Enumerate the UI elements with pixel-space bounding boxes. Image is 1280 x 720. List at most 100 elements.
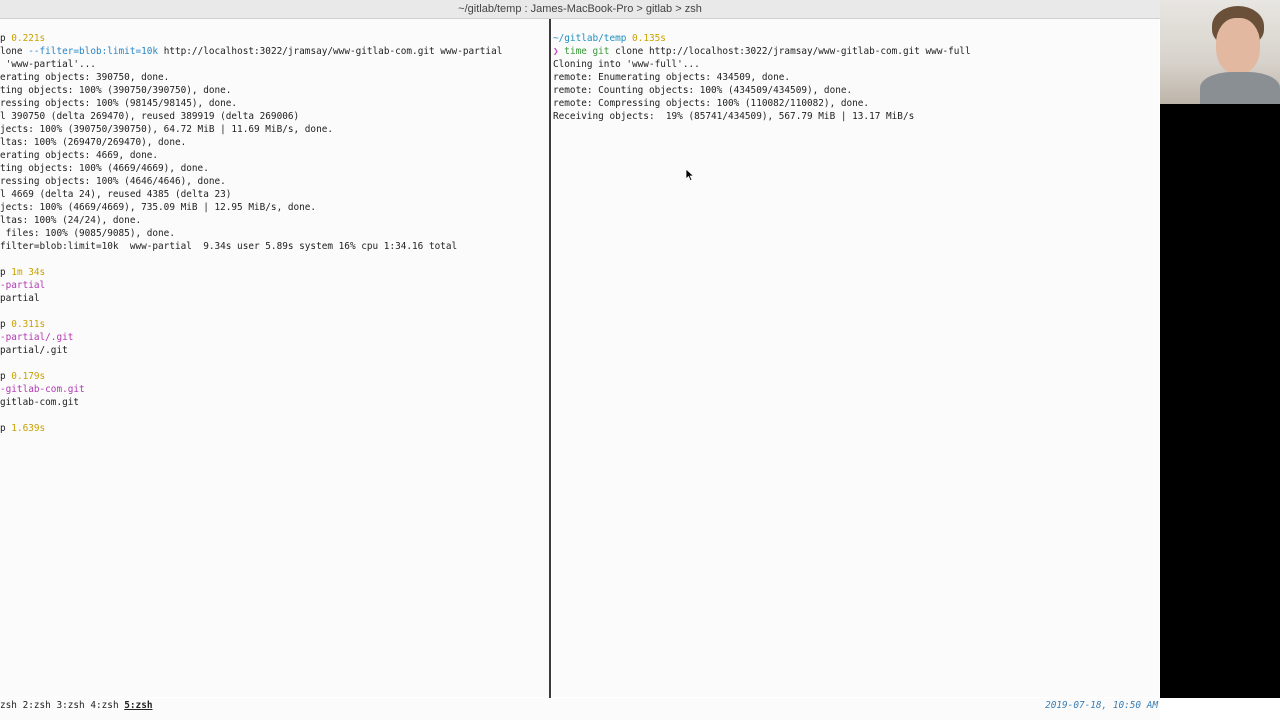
tmux-tab[interactable]: 5:zsh [124, 700, 152, 711]
terminal-line: ressing objects: 100% (98145/98145), don… [0, 97, 549, 110]
terminal-line: files: 100% (9085/9085), done. [0, 227, 549, 240]
terminal-line: p 0.179s [0, 370, 549, 383]
terminal-text: 0.311s [11, 319, 46, 330]
terminal-text: gitlab-com.git [0, 397, 80, 408]
terminal-line: p 0.221s [0, 32, 549, 45]
terminal-pane-left[interactable]: p 0.221s lone --filter=blob:limit=10k htt… [0, 19, 549, 697]
tmux-window-tabs: zsh 2:zsh 3:zsh 4:zsh 5:zsh [0, 698, 153, 714]
terminal-text: erating objects: 390750, done. [0, 72, 170, 83]
terminal-text: p [0, 371, 12, 382]
terminal-text: jects: 100% (4669/4669), 735.09 MiB | 12… [0, 202, 317, 213]
terminal-line: ~/gitlab/temp 0.135s [553, 32, 1159, 45]
terminal-text: -gitlab-com.git [0, 384, 85, 395]
terminal-output-right: ~/gitlab/temp 0.135s ❯ time git clone htt… [553, 32, 1159, 123]
terminal-text: files: 100% (9085/9085), done. [0, 228, 175, 239]
terminal-text: remote: Counting objects: 100% (434509/4… [553, 85, 853, 96]
terminal-line: -gitlab-com.git [0, 383, 549, 396]
terminal-text: jects: 100% (390750/390750), 64.72 MiB |… [0, 124, 334, 135]
terminal-output-left: p 0.221s lone --filter=blob:limit=10k htt… [0, 32, 549, 435]
mouse-pointer-icon [685, 168, 695, 182]
screen-background [1160, 104, 1280, 698]
terminal-text: http://localhost:3022/jramsay/www-gitlab… [158, 46, 503, 57]
terminal-text: 1m 34s [11, 267, 46, 278]
terminal-line: p 1m 34s [0, 266, 549, 279]
terminal-text: filter=blob:limit=10k www-partial 9.34s … [0, 241, 458, 252]
terminal-text: partial [0, 293, 40, 304]
terminal-text: clone http://localhost:3022/jramsay/www-… [609, 46, 971, 57]
terminal-text: p [0, 33, 12, 44]
terminal-line: lone --filter=blob:limit=10k http://loca… [0, 45, 549, 58]
window-title: ~/gitlab/temp : James-MacBook-Pro > gitl… [0, 0, 1160, 19]
terminal-line: l 390750 (delta 269470), reused 389919 (… [0, 110, 549, 123]
tmux-tab[interactable]: 3:zsh [56, 700, 84, 711]
terminal-line: remote: Compressing objects: 100% (11008… [553, 97, 1159, 110]
terminal-line: gitlab-com.git [0, 396, 549, 409]
terminal-line: Receiving objects: 19% (85741/434509), 5… [553, 110, 1159, 123]
terminal-line: 'www-partial'... [0, 58, 549, 71]
terminal-text: l 390750 (delta 269470), reused 389919 (… [0, 111, 300, 122]
terminal-text: --filter=blob:limit=10k [28, 46, 159, 57]
terminal-text: -partial/.git [0, 332, 74, 343]
terminal-text: ❯ [553, 46, 565, 57]
terminal-line: ting objects: 100% (390750/390750), done… [0, 84, 549, 97]
terminal-line: remote: Enumerating objects: 434509, don… [553, 71, 1159, 84]
terminal-text: ressing objects: 100% (4646/4646), done. [0, 176, 226, 187]
terminal-pane-right[interactable]: ~/gitlab/temp 0.135s ❯ time git clone htt… [552, 19, 1159, 697]
pane-divider[interactable] [549, 19, 551, 699]
terminal-line: jects: 100% (4669/4669), 735.09 MiB | 12… [0, 201, 549, 214]
terminal-text: ting objects: 100% (390750/390750), done… [0, 85, 232, 96]
terminal-text: erating objects: 4669, done. [0, 150, 159, 161]
terminal-text: remote: Enumerating objects: 434509, don… [553, 72, 791, 83]
terminal-text: 1.639s [11, 423, 46, 434]
terminal-line: Cloning into 'www-full'... [553, 58, 1159, 71]
terminal-line: filter=blob:limit=10k www-partial 9.34s … [0, 240, 549, 253]
terminal-line: ❯ time git clone http://localhost:3022/j… [553, 45, 1159, 58]
tmux-tab[interactable]: zsh [0, 700, 17, 711]
tmux-status-bar: zsh 2:zsh 3:zsh 4:zsh 5:zsh 2019-07-18, … [0, 698, 1160, 720]
terminal-text: ~/gitlab/temp [553, 33, 627, 44]
terminal-text: p [0, 319, 12, 330]
terminal-text: remote: Compressing objects: 100% (11008… [553, 98, 870, 109]
terminal-text: ltas: 100% (269470/269470), done. [0, 137, 187, 148]
terminal-text: Cloning into 'www-full'... [553, 59, 700, 70]
terminal-text: l 4669 (delta 24), reused 4385 (delta 23… [0, 189, 232, 200]
terminal-text: ressing objects: 100% (98145/98145), don… [0, 98, 238, 109]
terminal-line: jects: 100% (390750/390750), 64.72 MiB |… [0, 123, 549, 136]
terminal-line: -partial/.git [0, 331, 549, 344]
webcam-person-face [1216, 18, 1260, 74]
terminal-line: partial [0, 292, 549, 305]
terminal-text: 0.179s [11, 371, 46, 382]
terminal-line: erating objects: 4669, done. [0, 149, 549, 162]
terminal-line: erating objects: 390750, done. [0, 71, 549, 84]
terminal-line: p 0.311s [0, 318, 549, 331]
terminal-text: 'www-partial'... [0, 59, 96, 70]
terminal-line: -partial [0, 279, 549, 292]
terminal-text: 0.221s [11, 33, 46, 44]
terminal-line: ltas: 100% (269470/269470), done. [0, 136, 549, 149]
tmux-tab[interactable]: 4:zsh [90, 700, 118, 711]
terminal-line: ting objects: 100% (4669/4669), done. [0, 162, 549, 175]
terminal-text: -partial [0, 280, 46, 291]
terminal-text: ting objects: 100% (4669/4669), done. [0, 163, 209, 174]
webcam-person-body [1200, 72, 1280, 104]
status-datetime: 2019-07-18, 10:50 AM [1045, 700, 1158, 711]
tmux-tab[interactable]: 2:zsh [23, 700, 51, 711]
terminal-text: lone [0, 46, 29, 57]
terminal-line: l 4669 (delta 24), reused 4385 (delta 23… [0, 188, 549, 201]
terminal-line: p 1.639s [0, 422, 549, 435]
terminal-line: ltas: 100% (24/24), done. [0, 214, 549, 227]
terminal-text: partial/.git [0, 345, 68, 356]
terminal-line: ressing objects: 100% (4646/4646), done. [0, 175, 549, 188]
terminal-line: remote: Counting objects: 100% (434509/4… [553, 84, 1159, 97]
terminal-text: p [0, 423, 12, 434]
terminal-line: partial/.git [0, 344, 549, 357]
terminal-text: time git [564, 46, 610, 57]
webcam-video [1160, 0, 1280, 104]
terminal-text: p [0, 267, 12, 278]
terminal-text: ltas: 100% (24/24), done. [0, 215, 142, 226]
terminal-text: Receiving objects: 19% (85741/434509), 5… [553, 111, 915, 122]
